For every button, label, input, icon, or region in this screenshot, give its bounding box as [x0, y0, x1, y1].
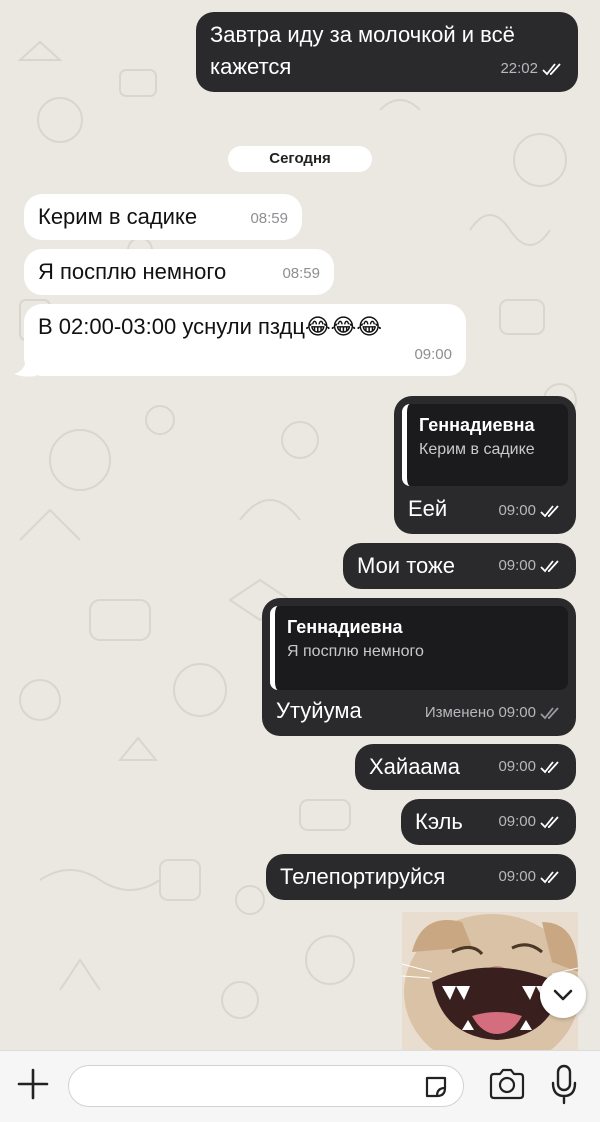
message-bubble-outgoing[interactable]: Хайаама 09:00 — [355, 744, 576, 790]
plus-icon[interactable] — [16, 1067, 50, 1101]
message-text: Хайаама — [369, 754, 461, 779]
message-time: 22:02 — [500, 60, 538, 77]
double-check-icon — [540, 560, 559, 573]
message-time: 09:00 — [498, 502, 536, 519]
reply-author: Геннадиевна — [287, 617, 403, 637]
message-bubble-incoming[interactable]: Керим в садике 08:59 — [24, 194, 302, 240]
message-meta: 09:00 — [498, 807, 562, 837]
message-time: 09:00 — [414, 346, 452, 363]
message-time: 09:00 — [498, 758, 536, 775]
message-bubble-outgoing[interactable]: Телепортируйся 09:00 — [266, 854, 576, 900]
chevron-down-icon — [553, 989, 573, 1001]
double-check-icon — [540, 816, 559, 829]
message-text: Телепортируйся — [280, 864, 446, 889]
message-meta: 09:00 — [498, 551, 562, 581]
message-bubble-outgoing[interactable]: Завтра иду за молочкой и всё кажется 22:… — [196, 12, 578, 92]
double-check-icon — [540, 871, 559, 884]
message-text: Утуйума — [276, 698, 362, 723]
composer-bar — [0, 1050, 600, 1122]
message-bubble-outgoing-reply[interactable]: Геннадиевна Я посплю немного Утуйума Изм… — [262, 598, 576, 736]
edited-label: Изменено — [424, 704, 495, 721]
message-meta: 09:00 — [498, 862, 562, 892]
reply-text: Я посплю немного — [287, 643, 424, 660]
message-bubble-outgoing[interactable]: Мои тоже 09:00 — [343, 543, 576, 589]
microphone-icon[interactable] — [550, 1063, 578, 1105]
message-time: 08:59 — [250, 210, 288, 227]
message-bubble-outgoing-reply[interactable]: Геннадиевна Керим в садике Еей 09:00 — [394, 396, 576, 534]
message-time: 09:00 — [498, 868, 536, 885]
sticker-icon[interactable] — [423, 1074, 449, 1100]
bubble-tail-incoming — [14, 358, 36, 377]
message-time: 09:00 — [498, 813, 536, 830]
scroll-to-bottom-button[interactable] — [540, 972, 586, 1018]
message-bubble-incoming[interactable]: В 02:00-03:00 уснули пздц😂😂😂 09:00 — [24, 304, 466, 376]
message-time: 09:00 — [498, 557, 536, 574]
reply-quote[interactable]: Геннадиевна Я посплю немного — [270, 606, 568, 690]
double-check-icon — [540, 505, 559, 518]
double-check-icon — [540, 761, 559, 774]
message-meta: 08:59 — [250, 204, 288, 234]
message-meta: 09:00 — [498, 496, 562, 526]
message-input[interactable] — [68, 1065, 464, 1107]
message-bubble-outgoing[interactable]: Кэль 09:00 — [401, 799, 576, 845]
message-meta: 09:00 — [498, 752, 562, 782]
message-bubble-incoming[interactable]: Я посплю немного 08:59 — [24, 249, 334, 295]
reply-author: Геннадиевна — [419, 415, 535, 435]
double-check-icon — [540, 707, 559, 720]
message-text: Кэль — [415, 809, 463, 834]
message-time: 09:00 — [498, 704, 536, 721]
camera-icon[interactable] — [488, 1067, 526, 1101]
date-separator: Сегодня — [228, 146, 372, 172]
message-text: В 02:00-03:00 уснули пздц😂😂😂 — [38, 314, 383, 339]
message-text-line-1: Завтра иду за молочкой и всё — [210, 22, 515, 47]
message-text-line-2: кажется — [210, 54, 292, 79]
message-meta: 22:02 — [500, 54, 564, 84]
message-text: Мои тоже — [357, 553, 455, 578]
reply-quote[interactable]: Геннадиевна Керим в садике — [402, 404, 568, 486]
message-meta: 08:59 — [282, 259, 320, 289]
message-text: Керим в садике — [38, 204, 198, 229]
message-meta: Изменено 09:00 — [425, 698, 562, 728]
reply-text: Керим в садике — [419, 441, 535, 458]
message-text: Еей — [408, 496, 448, 521]
double-check-icon — [542, 63, 561, 76]
message-time: 08:59 — [282, 265, 320, 282]
message-meta: 09:00 — [414, 340, 452, 370]
message-text: Я посплю немного — [38, 259, 227, 284]
